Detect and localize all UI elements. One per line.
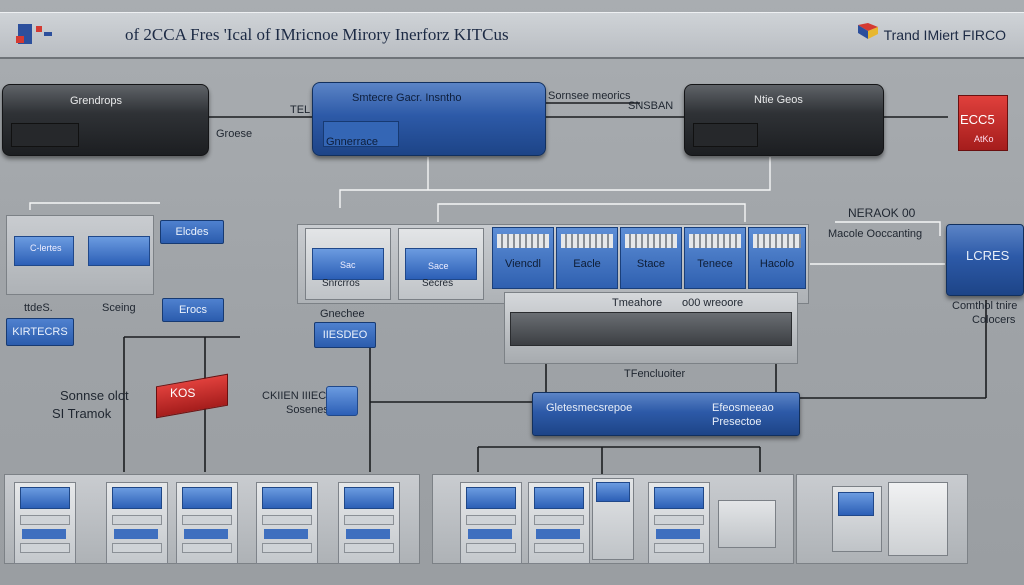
lower-left-text-1: Sonnse olot (60, 388, 129, 403)
right-mid-server-label: LCRES (966, 248, 1010, 263)
left-screen-label: C-lertes (30, 243, 62, 253)
workstation[interactable] (14, 482, 76, 564)
workstation[interactable] (106, 482, 168, 564)
console-screen (596, 482, 630, 502)
network-switch[interactable] (532, 392, 800, 436)
workstation[interactable] (528, 482, 590, 564)
cabinet-screen (838, 492, 874, 516)
lower-left-text-2: SI Tramok (52, 406, 112, 421)
center-caption: Gnechee (320, 308, 365, 320)
left-badge[interactable]: KIRTECRS (6, 318, 74, 346)
right-caption-2: Colocers (972, 314, 1016, 326)
red-cube-label: KOS (170, 386, 196, 400)
rack-5[interactable]: Hacolo (748, 227, 806, 289)
center-badge[interactable]: IIESDEO (314, 322, 376, 348)
right-mid-label-2: Macole Ooccanting (828, 228, 923, 240)
left-label-a: ttdeS. (24, 302, 53, 314)
right-server-label: Ntie Geos (754, 94, 803, 106)
switch-label: Gletesmecsrepoe (546, 402, 633, 414)
left-server-label: Grendrops (70, 95, 122, 107)
lower-mid-text-1: CKIIEN IIIEC (262, 390, 327, 402)
center-server-bottom-label: Gnnerrace (326, 136, 378, 148)
lower-mid-text-2: Sosenes (286, 404, 329, 416)
left-label-b: Sceing (102, 302, 136, 314)
workstation[interactable] (338, 482, 400, 564)
left-tile[interactable]: Elcdes (160, 220, 224, 244)
workstation[interactable] (460, 482, 522, 564)
right-caption-1: Comthol tnire (952, 300, 1018, 312)
red-appliance-label: ECC5 (960, 112, 995, 127)
transformer-label: TFencluoiter (624, 368, 686, 380)
panel-label-1: Tmeahore (612, 297, 663, 309)
red-appliance-sub: AtKo (974, 134, 994, 144)
printer[interactable] (718, 500, 776, 548)
storage-cabinet[interactable] (888, 482, 948, 556)
left-server-caption: Groese (216, 128, 253, 140)
rack-2[interactable]: Eacle (556, 227, 618, 289)
workstation[interactable] (648, 482, 710, 564)
switch-label-2: Efeosmeeao (712, 402, 774, 414)
center-server-top-label: Smtecre Gacr. Insntho (352, 92, 462, 104)
unit-1-caption: Snrcrros (322, 278, 360, 289)
rack-1[interactable]: Viencdl (492, 227, 554, 289)
center-right-label-2: SNSBAN (628, 100, 674, 112)
right-mid-label: NERAOK 00 (848, 206, 916, 220)
mid-top-label: TEL (290, 104, 311, 116)
drive-bay (11, 123, 79, 147)
rack-3[interactable]: Stace (620, 227, 682, 289)
control-panel-slot (510, 312, 792, 346)
rack-4[interactable]: Tenece (684, 227, 746, 289)
workstation[interactable] (176, 482, 238, 564)
switch-label-3: Presectoe (712, 416, 762, 428)
left-screen-2[interactable] (88, 236, 150, 266)
shield-icon[interactable] (326, 386, 358, 416)
drive-bay (693, 123, 759, 147)
left-tile-2[interactable]: Erocs (162, 298, 224, 322)
unit-2-label: Sace (428, 261, 449, 271)
center-right-label: Sornsee meorics (548, 90, 631, 102)
unit-1-label: Sac (340, 260, 356, 270)
panel-label-2: o00 wreoore (682, 297, 744, 309)
unit-2-caption: Secres (422, 278, 454, 289)
workstation[interactable] (256, 482, 318, 564)
